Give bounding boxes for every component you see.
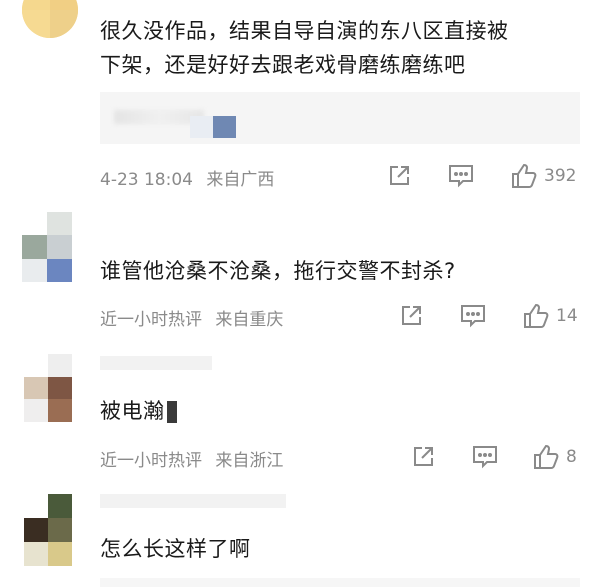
share-button[interactable] xyxy=(398,303,424,329)
share-button[interactable] xyxy=(386,163,412,189)
thumbs-up-icon xyxy=(534,444,559,469)
reply-preview[interactable] xyxy=(100,92,580,144)
comment-button[interactable] xyxy=(459,303,487,329)
comment-text-line: 很久没作品，结果自导自演的东八区直接被 xyxy=(100,19,509,43)
comment-meta: 近一小时热评 来自浙江 xyxy=(100,446,283,471)
username-blurred xyxy=(100,356,212,370)
like-button[interactable]: 392 xyxy=(510,162,576,190)
share-icon xyxy=(390,166,409,185)
comment-text-line: 下架，还是好好去跟老戏骨磨练磨练吧 xyxy=(100,53,466,77)
like-button[interactable]: 14 xyxy=(522,302,578,330)
username-blurred xyxy=(100,494,286,508)
comment-location: 来自广西 xyxy=(206,170,275,190)
share-icon xyxy=(414,447,433,466)
like-button[interactable]: 8 xyxy=(532,443,577,471)
thumbs-up-icon xyxy=(512,163,537,188)
share-button[interactable] xyxy=(410,444,436,470)
comment-text: 谁管他沧桑不沧桑，拖行交警不封杀? xyxy=(100,254,456,288)
like-count: 392 xyxy=(544,166,577,186)
comment-text: 怎么长这样了啊 xyxy=(100,532,251,566)
comment-meta: 4-23 18:04 来自广西 xyxy=(100,165,274,190)
comment-text-line: 谁管他沧桑不沧桑，拖行交警不封杀? xyxy=(100,259,456,283)
comment-time: 4-23 18:04 xyxy=(100,170,193,190)
avatar[interactable] xyxy=(22,212,72,282)
comment-button[interactable] xyxy=(471,444,499,470)
comment-text-value: 被电瀚 xyxy=(100,399,165,423)
avatar[interactable] xyxy=(22,0,78,38)
comment-time: 近一小时热评 xyxy=(100,310,202,330)
comment-icon xyxy=(473,446,497,469)
share-icon xyxy=(402,306,421,325)
comment-text-line: 被电瀚 xyxy=(100,394,177,428)
avatar[interactable] xyxy=(24,354,72,422)
comment-location: 来自重庆 xyxy=(215,310,284,330)
like-count: 8 xyxy=(566,447,577,467)
comment-text: 被电瀚 xyxy=(100,394,177,428)
comment-text-line: 怎么长这样了啊 xyxy=(100,537,251,561)
thumbs-up-icon xyxy=(524,303,549,328)
censor-block xyxy=(166,401,177,423)
like-count: 14 xyxy=(556,306,578,326)
comment-icon xyxy=(461,305,485,328)
avatar[interactable] xyxy=(24,494,72,566)
comment-location: 来自浙江 xyxy=(215,451,284,471)
comment-icon xyxy=(449,165,473,188)
reply-blurred-avatar xyxy=(190,116,236,138)
next-row-blurred xyxy=(100,578,580,587)
comment-time: 近一小时热评 xyxy=(100,451,202,471)
comment-meta: 近一小时热评 来自重庆 xyxy=(100,305,283,330)
comment-button[interactable] xyxy=(447,163,475,189)
comment-text: 很久没作品，结果自导自演的东八区直接被 下架，还是好好去跟老戏骨磨练磨练吧 xyxy=(100,14,509,82)
